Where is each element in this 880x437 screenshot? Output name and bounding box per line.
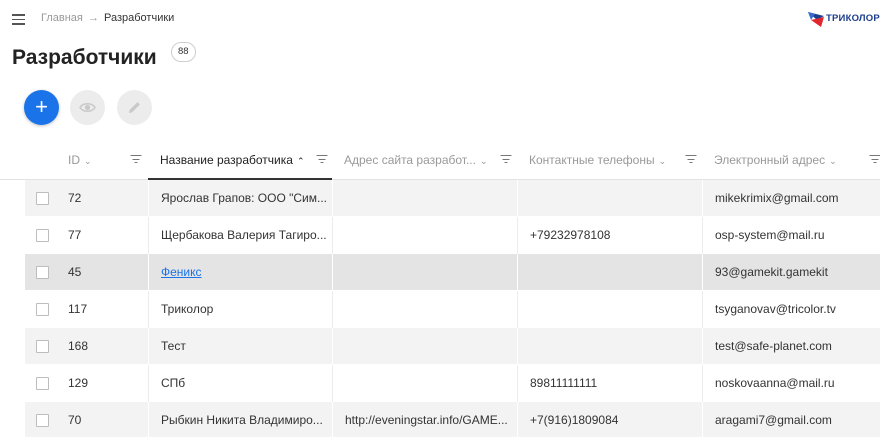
breadcrumb: Главная → Разработчики bbox=[41, 12, 174, 24]
edit-button[interactable] bbox=[117, 90, 152, 125]
sort-down-icon: ⌄ bbox=[479, 156, 488, 166]
row-checkbox[interactable] bbox=[36, 377, 49, 390]
cell-site bbox=[345, 365, 513, 402]
cell-id: 70 bbox=[68, 413, 82, 427]
menu-icon[interactable] bbox=[12, 14, 25, 25]
row-checkbox[interactable] bbox=[36, 192, 49, 205]
table-row[interactable]: 168 Тест test@safe-planet.com bbox=[25, 328, 880, 365]
column-header-id[interactable]: ID ⌄ bbox=[25, 140, 148, 180]
table-header: ID ⌄ Название разработчика ⌃ Адрес сайта р… bbox=[0, 140, 880, 180]
cell-email: aragami7@gmail.com bbox=[715, 413, 832, 427]
eye-icon bbox=[79, 103, 96, 112]
record-count-badge: 88 bbox=[171, 42, 196, 62]
cell-id: 168 bbox=[68, 339, 89, 353]
table-row[interactable]: 129 СПб 89811111111 noskovaanna@mail.ru bbox=[25, 365, 880, 402]
top-bar: Главная → Разработчики ТРИКОЛОР bbox=[0, 0, 880, 38]
add-button[interactable]: + bbox=[24, 90, 59, 125]
table-row[interactable]: 70 Рыбкин Никита Владимиро... http://eve… bbox=[25, 402, 880, 437]
table-row[interactable]: 117 Триколор tsyganovav@tricolor.tv bbox=[25, 291, 880, 328]
row-checkbox[interactable] bbox=[36, 266, 49, 279]
filter-icon[interactable] bbox=[500, 154, 511, 164]
cell-phone: 89811111111 bbox=[530, 376, 598, 390]
sort-up-icon: ⌃ bbox=[296, 156, 305, 166]
filter-icon[interactable] bbox=[316, 154, 327, 164]
cell-email: tsyganovav@tricolor.tv bbox=[715, 302, 836, 316]
cell-phone: +79232978108 bbox=[530, 228, 611, 242]
sort-down-icon: ⌄ bbox=[658, 156, 667, 166]
filter-icon[interactable] bbox=[130, 154, 141, 164]
cell-name: Тест bbox=[161, 339, 186, 353]
tricolor-logo: ТРИКОЛОР bbox=[807, 8, 880, 30]
cell-email: osp-system@mail.ru bbox=[715, 228, 825, 242]
cell-phone bbox=[530, 254, 698, 291]
cell-name: Рыбкин Никита Владимиро... bbox=[161, 413, 323, 427]
logo-text: ТРИКОЛОР bbox=[826, 13, 880, 24]
cell-phone: +7(916)1809084 bbox=[530, 413, 619, 427]
pencil-icon bbox=[129, 102, 140, 113]
cell-phone bbox=[530, 180, 698, 217]
cell-phone bbox=[530, 291, 698, 328]
cell-phone bbox=[530, 328, 698, 365]
cell-site bbox=[345, 254, 513, 291]
table-row[interactable]: 72 Ярослав Грапов: ООО "Сим... mikekrimi… bbox=[25, 180, 880, 217]
cell-id: 45 bbox=[68, 265, 82, 279]
cell-name-link[interactable]: Феникс bbox=[161, 254, 329, 291]
breadcrumb-current: Разработчики bbox=[104, 12, 175, 24]
cell-site bbox=[345, 328, 513, 365]
table-row[interactable]: 45 Феникс 93@gamekit.gamekit bbox=[25, 254, 880, 291]
cell-name: Ярослав Грапов: ООО "Сим... bbox=[161, 191, 328, 205]
view-button[interactable] bbox=[70, 90, 105, 125]
breadcrumb-home[interactable]: Главная bbox=[41, 12, 83, 24]
cell-site bbox=[345, 180, 513, 217]
cell-name: Щербакова Валерия Тагиро... bbox=[161, 228, 327, 242]
cell-site bbox=[345, 217, 513, 254]
cell-id: 117 bbox=[68, 302, 88, 316]
filter-icon[interactable] bbox=[869, 154, 880, 164]
cell-email: 93@gamekit.gamekit bbox=[715, 265, 828, 279]
column-header-phones[interactable]: Контактные телефоны ⌄ bbox=[517, 140, 702, 180]
filter-icon[interactable] bbox=[685, 154, 696, 164]
sort-down-icon: ⌄ bbox=[84, 156, 92, 166]
table-row[interactable]: 77 Щербакова Валерия Тагиро... +79232978… bbox=[25, 217, 880, 254]
plus-icon: + bbox=[35, 94, 48, 119]
cell-name: Триколор bbox=[161, 302, 214, 316]
cell-email: test@safe-planet.com bbox=[715, 339, 832, 353]
row-checkbox[interactable] bbox=[36, 414, 49, 427]
row-checkbox[interactable] bbox=[36, 303, 49, 316]
cell-id: 129 bbox=[68, 376, 89, 390]
cell-site: http://eveningstar.info/GAME... bbox=[345, 413, 508, 427]
cell-email: mikekrimix@gmail.com bbox=[715, 191, 839, 205]
page-title: Разработчики bbox=[12, 46, 157, 69]
cell-email: noskovaanna@mail.ru bbox=[715, 376, 835, 390]
sort-down-icon: ⌄ bbox=[829, 156, 837, 166]
row-checkbox[interactable] bbox=[36, 229, 49, 242]
logo-emblem-icon bbox=[808, 12, 824, 27]
row-checkbox[interactable] bbox=[36, 340, 49, 353]
cell-id: 77 bbox=[68, 228, 82, 242]
column-header-name[interactable]: Название разработчика ⌃ bbox=[148, 140, 332, 180]
breadcrumb-separator: → bbox=[87, 12, 99, 24]
cell-id: 72 bbox=[68, 191, 82, 205]
cell-site bbox=[345, 291, 513, 328]
column-header-email[interactable]: Электронный адрес ⌄ bbox=[702, 140, 880, 180]
column-header-site[interactable]: Адрес сайта разработ... ⌄ bbox=[332, 140, 517, 180]
cell-name: СПб bbox=[161, 376, 186, 390]
